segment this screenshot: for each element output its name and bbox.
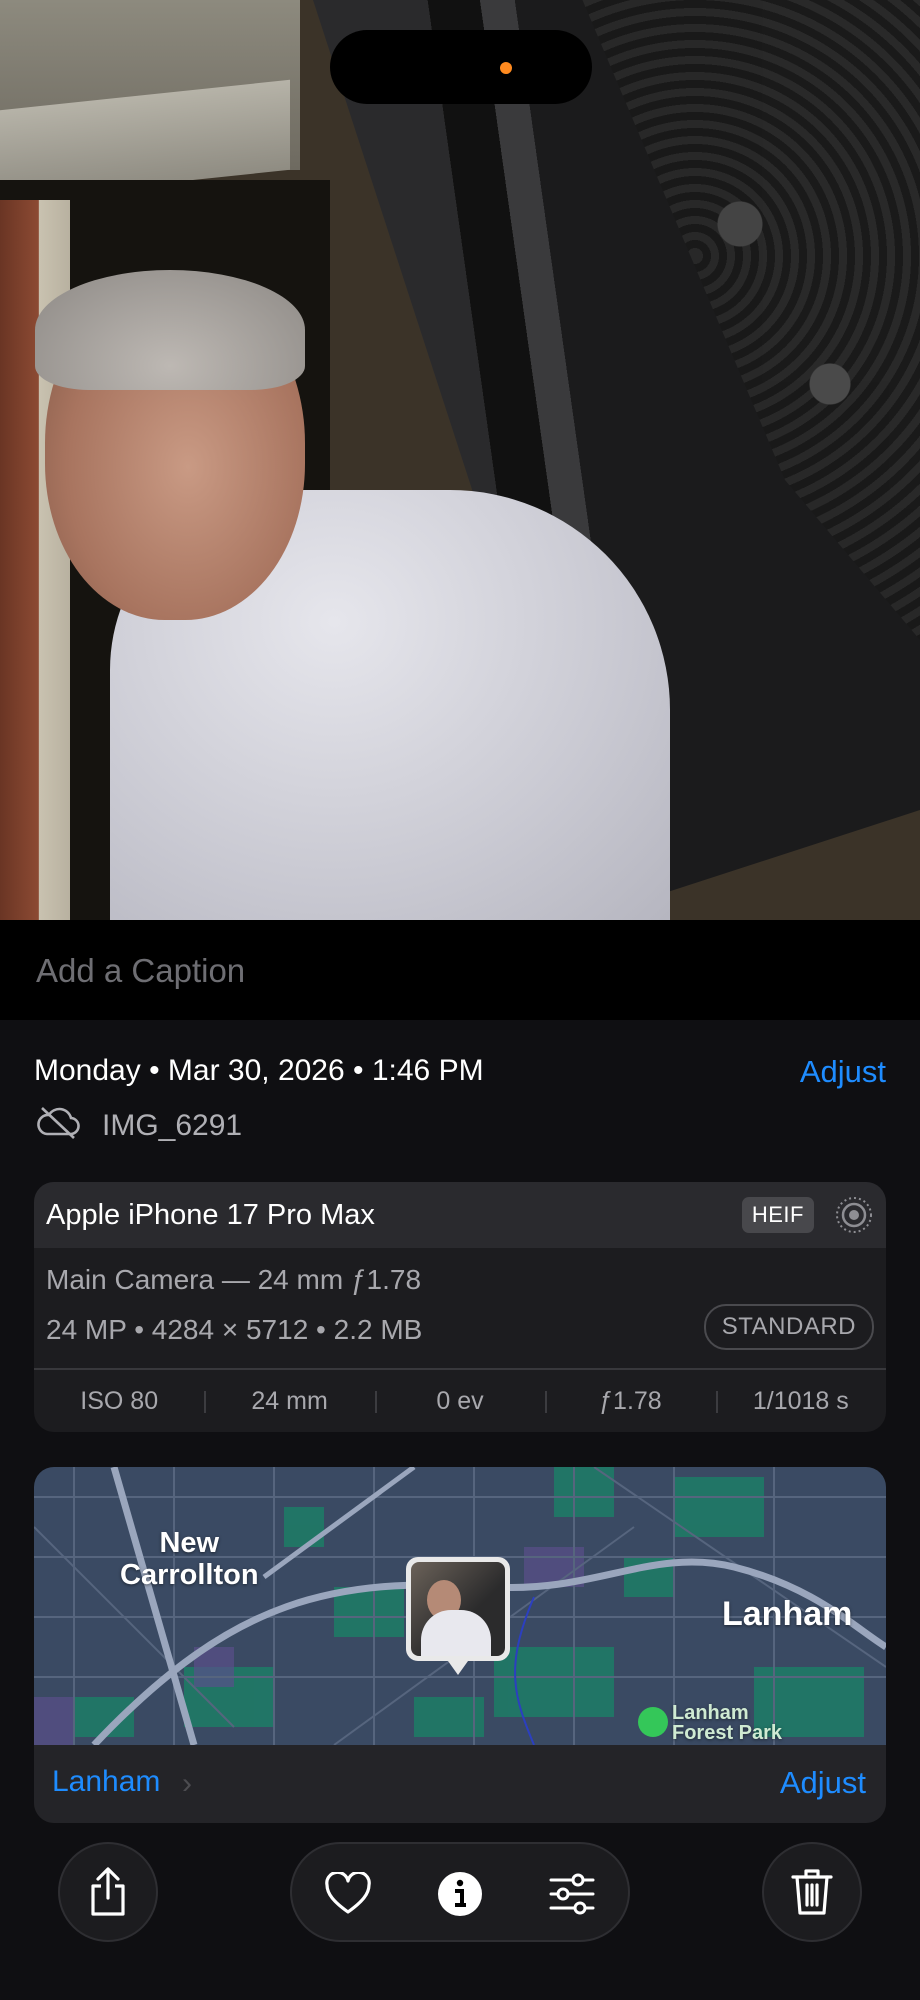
shutter-speed-value: 1/1018 s <box>715 1387 886 1416</box>
exif-header: Apple iPhone 17 Pro Max HEIF <box>34 1182 886 1248</box>
caption-input[interactable] <box>34 948 878 994</box>
file-name-row: IMG_6291 <box>34 1104 242 1148</box>
map-label-lanham: Lanham <box>722 1595 853 1633</box>
file-name: IMG_6291 <box>102 1109 243 1142</box>
location-card: New Carrollton Lanham Lanham Forest Park… <box>34 1467 886 1823</box>
format-badge: HEIF <box>741 1197 814 1233</box>
info-icon <box>438 1872 482 1916</box>
location-footer: Lanham › Adjust <box>34 1745 886 1823</box>
adjust-date-button[interactable]: Adjust <box>800 1054 886 1090</box>
edit-button[interactable] <box>546 1868 598 1920</box>
aperture-value: ƒ1.78 <box>545 1387 715 1416</box>
share-button[interactable] <box>58 1842 158 1942</box>
map-label-park: Lanham Forest Park <box>672 1702 783 1744</box>
caption-bar <box>0 920 920 1020</box>
chevron-right-icon: › <box>182 1767 192 1800</box>
cloud-off-icon <box>34 1104 82 1148</box>
park-icon <box>638 1707 668 1737</box>
map-label-new-carrollton: New Carrollton <box>120 1527 259 1591</box>
exif-body: Main Camera — 24 mm ƒ1.78 24 MP • 4284 ×… <box>34 1248 886 1382</box>
place-link[interactable]: Lanham <box>52 1765 160 1799</box>
photo-view[interactable] <box>0 0 920 920</box>
photo-pin-thumbnail <box>411 1562 505 1656</box>
photo-person-hair <box>35 270 305 390</box>
sliders-icon <box>549 1873 595 1915</box>
photographic-style-badge: STANDARD <box>703 1304 874 1350</box>
lens-info: Main Camera — 24 mm ƒ1.78 <box>46 1264 422 1295</box>
adjust-location-button[interactable]: Adjust <box>780 1765 866 1801</box>
photo-actions-group <box>290 1842 630 1942</box>
device-name: Apple iPhone 17 Pro Max <box>46 1198 375 1231</box>
heart-icon <box>325 1872 371 1914</box>
iso-value: ISO 80 <box>80 1386 159 1415</box>
info-button[interactable] <box>434 1868 486 1920</box>
trash-icon <box>791 1869 833 1915</box>
share-icon <box>91 1867 125 1916</box>
recording-indicator <box>500 62 512 74</box>
location-map[interactable]: New Carrollton Lanham Lanham Forest Park <box>34 1467 886 1745</box>
dynamic-island <box>330 30 592 104</box>
photo-location-pin[interactable] <box>406 1557 510 1675</box>
delete-button[interactable] <box>762 1842 862 1942</box>
exif-card: Apple iPhone 17 Pro Max HEIF Main Camera… <box>34 1182 886 1432</box>
exposure-value: 0 ev <box>374 1387 545 1416</box>
focal-length-value: 24 mm <box>204 1387 374 1416</box>
date-time-label: Monday • Mar 30, 2026 • 1:46 PM <box>34 1054 484 1087</box>
live-photo-icon[interactable] <box>834 1195 874 1235</box>
exif-settings-row: ISO 80 24 mm 0 ev ƒ1.78 1/1018 s <box>34 1368 886 1432</box>
favorite-button[interactable] <box>322 1868 374 1920</box>
